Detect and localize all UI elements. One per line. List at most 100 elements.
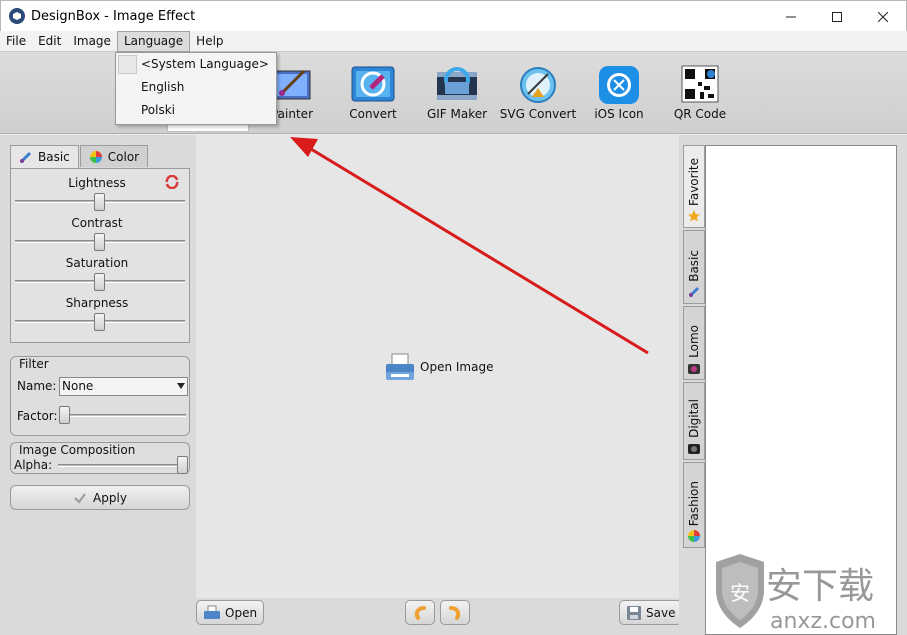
image-composition-group: Image Composition Alpha: [10,442,190,474]
checkbox-icon [118,55,137,74]
filter-name-label: Name: [17,379,57,393]
tab-favorite-label: Favorite [687,158,701,206]
alpha-slider-track [58,464,186,467]
menu-bar: File Edit Image Language Help [0,30,907,52]
sharpness-label: Sharpness [65,296,129,310]
title-bar: DesignBox - Image Effect [0,0,907,31]
language-option-english-label: English [141,80,185,94]
language-option-polski[interactable]: Polski [116,99,276,122]
close-button[interactable] [860,1,906,32]
tab-lomo-label: Lomo [687,325,701,358]
watermark-text: 安下载 [766,566,874,607]
apply-button-label: Apply [93,490,127,505]
tab-favorite[interactable]: Favorite [683,145,705,228]
tab-digital[interactable]: Digital [683,382,705,460]
lightness-label: Lightness [68,176,126,190]
saturation-label: Saturation [65,256,129,270]
tab-digital-label: Digital [687,399,701,438]
svg-text:安: 安 [730,581,750,605]
tool-convert[interactable]: Convert [333,64,413,121]
minimize-icon [786,16,796,17]
maximize-icon [832,11,842,22]
color-wheel-icon [688,530,700,542]
shield-icon: 安 安下载 anxz.com [716,554,876,634]
tool-ios-icon-label: iOS Icon [594,107,644,121]
rotate-right-button[interactable] [440,600,470,625]
checkmark-icon [74,492,86,504]
tool-ios-icon[interactable]: iOS Icon [579,64,659,121]
image-canvas[interactable]: Open Image [196,135,679,598]
contrast-label: Contrast [71,216,123,230]
rotate-right-icon [449,605,461,620]
open-image-link[interactable]: Open Image [384,352,493,382]
sharpness-row: Sharpness [11,289,189,331]
language-option-system-label: <System Language> [141,57,269,71]
alpha-slider[interactable] [177,456,188,474]
tab-color[interactable]: Color [79,145,149,167]
bottom-bar: Open Save [196,598,683,635]
tab-color-label: Color [107,149,140,164]
language-option-english[interactable]: English [116,76,276,99]
tab-fashion[interactable]: Fashion [683,462,705,548]
close-icon [878,11,888,22]
watermark-domain: anxz.com [770,609,876,634]
window-title: DesignBox - Image Effect [31,8,196,24]
tool-convert-label: Convert [349,107,397,121]
tool-gif-maker[interactable]: GIF Maker [417,64,497,121]
language-option-polski-label: Polski [141,103,176,117]
brush-icon [688,286,700,298]
filter-factor-label: Factor: [17,409,58,423]
maximize-button[interactable] [814,1,860,32]
save-button[interactable]: Save [619,600,683,625]
language-dropdown: <System Language> English Polski [115,52,277,125]
sharpness-slider[interactable] [94,313,105,331]
minimize-button[interactable] [768,1,814,32]
factor-slider[interactable] [59,406,70,424]
tool-svg-convert[interactable]: SVG Convert [498,64,578,121]
tab-side-basic[interactable]: Basic [683,230,705,304]
image-composition-title: Image Composition [19,443,136,457]
menu-language[interactable]: Language [116,30,191,52]
apply-button[interactable]: Apply [10,485,190,510]
app-logo-icon [9,8,25,24]
tab-lomo[interactable]: Lomo [683,306,705,380]
tool-gif-maker-label: GIF Maker [426,107,488,121]
menu-image[interactable]: Image [67,31,117,52]
brush-icon [19,151,32,164]
open-button[interactable]: Open [196,600,265,625]
basic-adjustments: Lightness Contrast Saturation Sharpness [10,168,190,343]
saturation-row: Saturation [11,249,189,291]
menu-help[interactable]: Help [190,31,229,52]
tab-fashion-label: Fashion [687,480,701,526]
filter-group-title: Filter [19,357,49,371]
lightness-row: Lightness [11,169,189,211]
alpha-label: Alpha: [14,458,53,472]
tab-basic[interactable]: Basic [10,145,79,168]
open-image-label: Open Image [420,360,494,374]
save-icon [627,605,641,620]
filter-name-select[interactable]: None [59,377,188,396]
menu-file[interactable]: File [0,31,32,52]
reset-icon[interactable] [164,175,180,189]
printer-icon [204,605,220,619]
gif-maker-icon [433,64,481,106]
menu-edit[interactable]: Edit [32,31,67,52]
factor-slider-track [61,414,186,417]
selected-tool-indicator [167,124,249,132]
tool-svg-convert-label: SVG Convert [499,107,577,121]
convert-icon [349,64,397,106]
open-button-label: Open [225,605,258,620]
tool-qr-code-label: QR Code [673,107,727,121]
ios-icon-icon [595,64,643,106]
chevron-down-icon [177,383,185,389]
rotate-left-button[interactable] [405,600,435,625]
digital-camera-icon [688,444,700,454]
rotate-left-icon [414,605,426,620]
color-wheel-icon [89,150,102,163]
tool-qr-code[interactable]: QR Code [660,64,740,121]
tab-side-basic-label: Basic [687,250,701,282]
qr-code-icon [676,64,724,106]
star-icon [688,210,700,222]
left-panel: Basic Color Lightness Contrast Saturatio… [0,135,196,635]
language-option-system[interactable]: <System Language> [116,53,276,76]
